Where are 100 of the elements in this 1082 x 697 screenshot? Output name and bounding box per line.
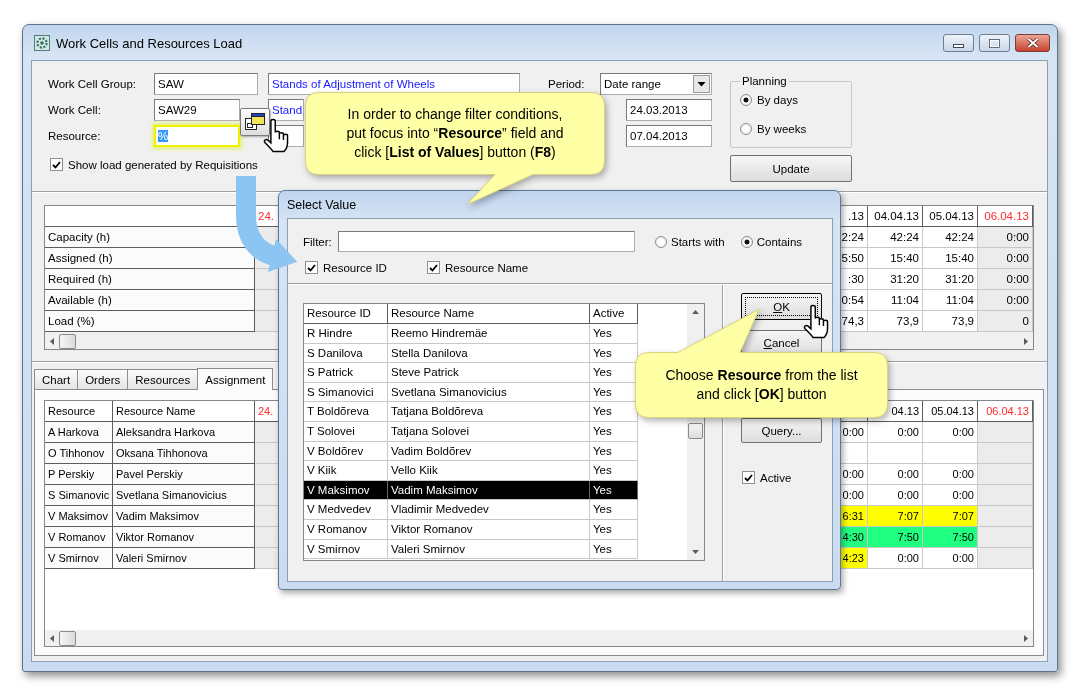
scrollbar-thumb[interactable]	[688, 423, 703, 439]
list-row[interactable]: V Boldõrev Vadim Boldõrev Yes	[304, 441, 638, 462]
description-field: Stands of Adjustment of Wheels	[268, 73, 520, 95]
list-row[interactable]: T Boldõreva Tatjana Boldõreva Yes	[304, 402, 638, 422]
table-cell: Yes	[590, 519, 638, 540]
table-cell: 0:00	[978, 227, 1033, 248]
table-cell: O Tihhonov	[45, 443, 113, 464]
table-cell	[978, 443, 1033, 464]
callout-text: In order to change filter conditions, put focus into “Resource” field and click [List of Values] button (F8)	[346, 105, 564, 162]
table-cell: 73,9	[923, 311, 978, 332]
horizontal-scrollbar[interactable]	[45, 630, 1033, 646]
checkbox[interactable]	[305, 261, 318, 274]
list-row[interactable]: V Medvedev Vladimir Medvedev Yes	[304, 500, 638, 520]
radio-label: By weeks	[757, 123, 807, 135]
down-arrow-icon[interactable]	[692, 550, 699, 554]
up-arrow-icon[interactable]	[692, 310, 699, 314]
filter-label: Filter:	[303, 235, 333, 248]
list-row[interactable]: R Hindre Reemo Hindremäe Yes	[304, 324, 638, 344]
table-cell	[978, 548, 1033, 569]
input-field[interactable]: SAW29	[154, 99, 240, 121]
table-cell: V Boldõrev	[304, 441, 388, 462]
row-header: Required (h)	[45, 269, 255, 290]
ok-button[interactable]: OK	[741, 293, 822, 320]
table-cell: Pavel Perskiy	[113, 464, 255, 485]
maximize-button[interactable]	[979, 34, 1010, 52]
radio-button[interactable]	[740, 123, 752, 135]
date-field[interactable]: 07.04.2013	[626, 125, 712, 147]
left-arrow-icon[interactable]	[50, 337, 54, 345]
checkbox-label: Resource ID	[323, 261, 387, 274]
table-cell: Reemo Hindremäe	[388, 324, 590, 344]
table-cell: 31:20	[868, 269, 923, 290]
table-cell: 0:00	[923, 422, 978, 443]
list-row[interactable]: V Kiik Vello Kiik Yes	[304, 461, 638, 481]
left-arrow-icon[interactable]	[50, 634, 54, 642]
radio-button[interactable]	[740, 235, 753, 248]
checkbox[interactable]	[742, 471, 755, 484]
field-label: Resource:	[48, 129, 102, 144]
column-header: 04.04.13	[868, 206, 923, 227]
list-row[interactable]: T Solovei Tatjana Solovei Yes	[304, 421, 638, 442]
radio-button[interactable]	[740, 94, 752, 106]
table-cell	[868, 443, 923, 464]
table-cell: V Smirnov	[45, 548, 113, 569]
table-cell	[978, 485, 1033, 506]
list-row[interactable]: V Romanov Viktor Romanov Yes	[304, 519, 638, 540]
table-cell: 0:00	[923, 548, 978, 569]
list-row[interactable]: S Patrick Steve Patrick Yes	[304, 363, 638, 383]
table-cell: Yes	[590, 539, 638, 560]
tab[interactable]: Chart	[34, 369, 79, 389]
query-button[interactable]: Query...	[741, 418, 822, 443]
table-cell: 0:00	[868, 422, 923, 443]
table-cell: Yes	[590, 441, 638, 462]
minimize-button[interactable]	[943, 34, 974, 52]
table-cell: V Kiik	[304, 461, 388, 481]
checkmark-icon	[307, 263, 316, 272]
list-row[interactable]: S Danilova Stella Danilova Yes	[304, 343, 638, 364]
checkbox-label: Show load generated by Requisitions	[68, 158, 258, 171]
table-cell: V Medvedev	[304, 500, 388, 520]
table-cell: 73,9	[868, 311, 923, 332]
close-button[interactable]	[1015, 34, 1050, 52]
table-cell: 42:24	[868, 227, 923, 248]
tab[interactable]: Assignment	[197, 368, 274, 390]
table-cell: 0:00	[923, 464, 978, 485]
table-cell: Viktor Romanov	[388, 519, 590, 540]
table-cell: 0:00	[868, 485, 923, 506]
table-cell: Vadim Boldõrev	[388, 441, 590, 462]
input-field[interactable]: SAW	[154, 73, 258, 95]
period-dropdown[interactable]: Date range	[600, 73, 712, 95]
column-header: Resource ID	[304, 304, 388, 324]
list-of-values-button[interactable]	[240, 108, 270, 136]
column-header: Resource Name	[388, 304, 590, 324]
table-cell: Valeri Smirnov	[388, 539, 590, 560]
table-cell: Valeri Smirnov	[113, 548, 255, 569]
right-arrow-icon[interactable]	[1024, 634, 1028, 642]
table-cell: 15:40	[923, 248, 978, 269]
date-field[interactable]: 24.03.2013	[626, 99, 712, 121]
table-cell: S Danilova	[304, 343, 388, 364]
list-row[interactable]: V Maksimov Vadim Maksimov Yes	[304, 480, 638, 501]
table-cell: 15:40	[868, 248, 923, 269]
right-arrow-icon[interactable]	[1024, 337, 1028, 345]
tab[interactable]: Orders	[77, 369, 129, 389]
update-button[interactable]: Update	[730, 155, 852, 182]
radio-button[interactable]	[655, 235, 667, 248]
scrollbar-thumb[interactable]	[59, 333, 76, 349]
table-cell: Tatjana Boldõreva	[388, 402, 590, 422]
field-label: Work Cell:	[48, 103, 102, 118]
table-cell: 7:50	[868, 527, 923, 548]
scrollbar-thumb[interactable]	[59, 630, 76, 646]
input-field[interactable]	[338, 231, 635, 252]
table-cell: T Boldõreva	[304, 402, 388, 422]
table-cell: Yes	[590, 461, 638, 481]
checkbox-label: Active	[760, 471, 792, 484]
checkbox[interactable]	[50, 158, 63, 171]
table-cell	[923, 443, 978, 464]
table-cell: V Romanov	[45, 527, 113, 548]
list-row[interactable]: V Smirnov Valeri Smirnov Yes	[304, 539, 638, 560]
table-cell	[978, 527, 1033, 548]
checkbox[interactable]	[427, 261, 440, 274]
table-cell	[978, 506, 1033, 527]
tab[interactable]: Resources	[127, 369, 199, 389]
column-header: 05.04.13	[923, 401, 978, 422]
